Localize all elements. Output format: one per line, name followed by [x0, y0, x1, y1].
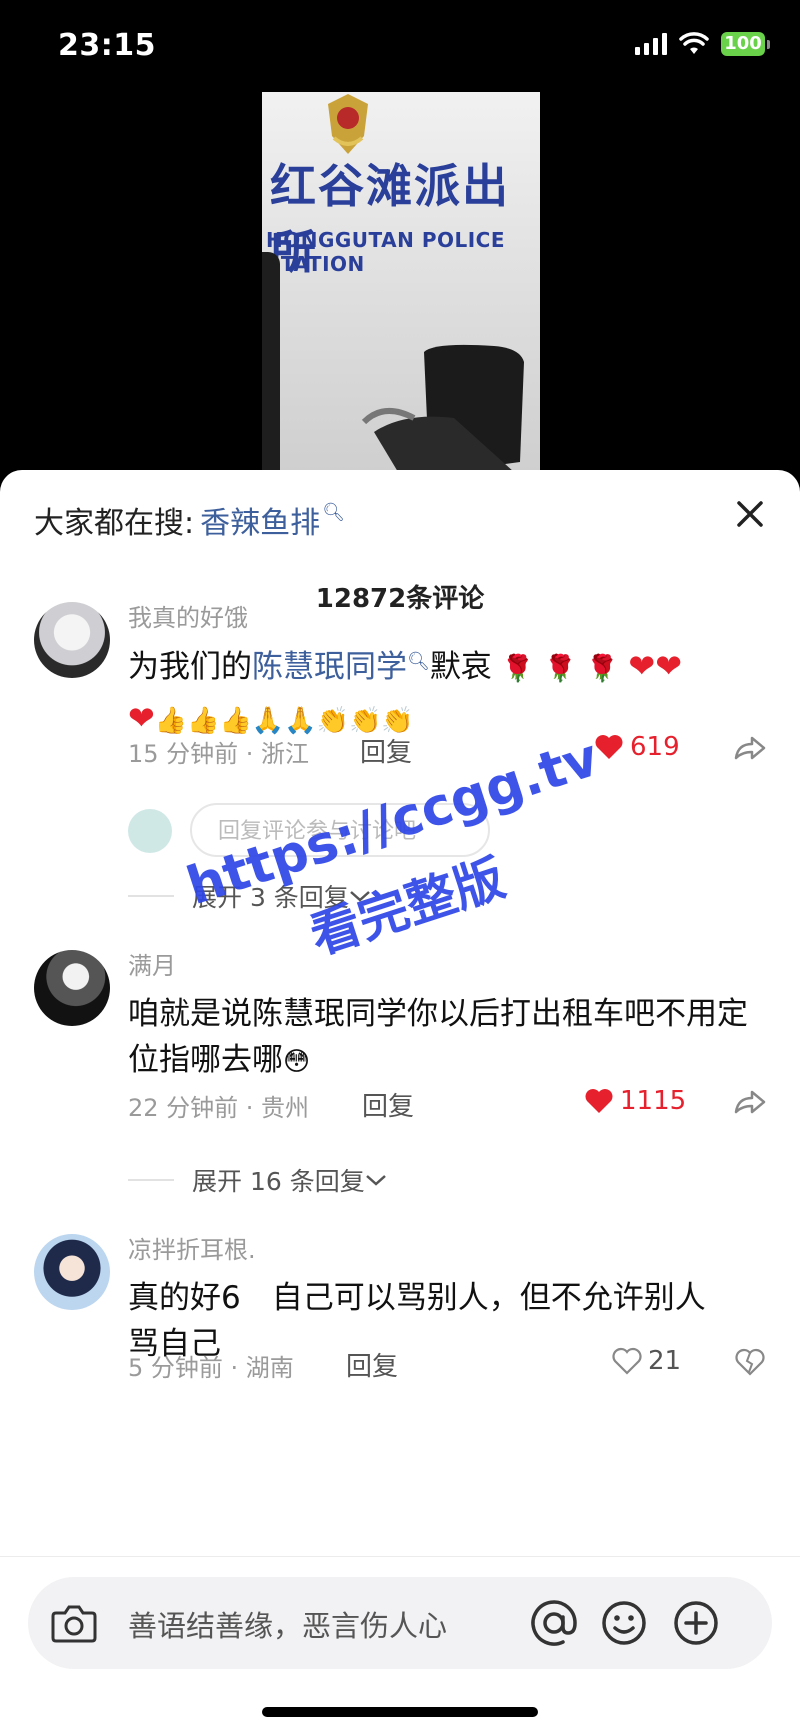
heart-icon [585, 1089, 613, 1113]
comment-username[interactable]: 满月 [128, 946, 760, 981]
avatar[interactable] [34, 602, 110, 678]
expand-replies-button[interactable]: 展开 3 条回复 [128, 878, 371, 914]
trending-search-keyword[interactable]: 香辣鱼排 [200, 498, 320, 542]
share-icon[interactable] [732, 734, 768, 762]
comment-meta: 15 分钟前 · 浙江 [128, 740, 310, 768]
reply-input[interactable]: 回复评论参与讨论吧 [190, 803, 490, 857]
like-count: 1115 [620, 1086, 687, 1116]
trending-search-prefix: 大家都在搜: [34, 506, 195, 541]
comment-meta: 5 分钟前 · 湖南 [128, 1354, 294, 1382]
comment-input-placeholder: 善语结善缘，恶言伤人心 [128, 1609, 448, 1643]
avatar[interactable] [34, 1234, 110, 1310]
battery-icon: 100 [721, 32, 770, 56]
heart-icon [612, 1347, 642, 1375]
status-time: 23:15 [58, 28, 156, 63]
chevron-down-icon [349, 891, 370, 902]
comment-text: 咱就是说陈慧珉同学你以后打出租车吧不用定位指哪去哪😳 [128, 996, 748, 1078]
police-emblem-icon [328, 94, 368, 154]
plus-icon[interactable] [670, 1597, 722, 1649]
close-icon[interactable] [728, 492, 772, 536]
station-sign-en: HONGGUTAN POLICE STATION [266, 228, 506, 276]
reply-button[interactable]: 回复 [346, 1346, 398, 1383]
emoji-icon[interactable] [598, 1597, 650, 1649]
expand-replies-button[interactable]: 展开 16 条回复 [128, 1162, 387, 1198]
like-count: 21 [648, 1346, 682, 1376]
heart-icon [595, 735, 623, 759]
comment-username[interactable]: 凉拌折耳根. [128, 1230, 760, 1265]
comment-meta: 22 分钟前 · 贵州 [128, 1094, 310, 1122]
comment-text: 为我们的陈慧珉同学🔍︎默哀 🌹 🌹 🌹 ❤❤ ❤👍👍👍🙏🙏👏👏👏 [128, 647, 683, 737]
camera-icon[interactable] [50, 1601, 98, 1645]
search-icon: 🔍︎ [407, 651, 430, 672]
like-button[interactable]: 21 [612, 1346, 681, 1376]
dislike-icon[interactable] [732, 1348, 768, 1376]
avatar [128, 809, 172, 853]
comment-username[interactable]: 我真的好饿 [128, 598, 760, 633]
chair-image [361, 344, 524, 472]
topic-link[interactable]: 陈慧珉同学 [252, 649, 407, 685]
avatar[interactable] [34, 950, 110, 1026]
at-icon[interactable] [528, 1597, 580, 1649]
reply-button[interactable]: 回复 [362, 1086, 414, 1123]
video-frame[interactable]: 红谷滩派出所 HONGGUTAN POLICE STATION [262, 92, 540, 472]
person-silhouette [262, 252, 280, 472]
signal-icon [635, 33, 667, 55]
home-indicator [262, 1707, 538, 1717]
chevron-down-icon [365, 1175, 386, 1186]
comment-input[interactable]: 善语结善缘，恶言伤人心 [28, 1577, 772, 1669]
comment-sheet: 大家都在搜: 香辣鱼排 🔍︎ 12872条评论 我真的好饿 为我们的陈慧珉同学🔍… [0, 470, 800, 1733]
status-bar: 23:15 100 [0, 0, 800, 92]
like-button[interactable]: 619 [594, 732, 680, 762]
comment-composer-bar: 善语结善缘，恶言伤人心 [0, 1556, 800, 1734]
like-count: 619 [630, 732, 680, 762]
battery-level: 100 [721, 32, 765, 56]
like-button[interactable]: 1115 [584, 1086, 686, 1116]
search-icon: 🔍︎ [322, 501, 345, 523]
reply-button[interactable]: 回复 [360, 732, 412, 769]
trending-search[interactable]: 大家都在搜: 香辣鱼排 🔍︎ [34, 498, 345, 542]
wifi-icon [679, 32, 709, 54]
status-icons: 100 [635, 32, 770, 56]
reply-composer[interactable]: 回复评论参与讨论吧 [128, 803, 678, 859]
share-icon[interactable] [732, 1088, 768, 1116]
